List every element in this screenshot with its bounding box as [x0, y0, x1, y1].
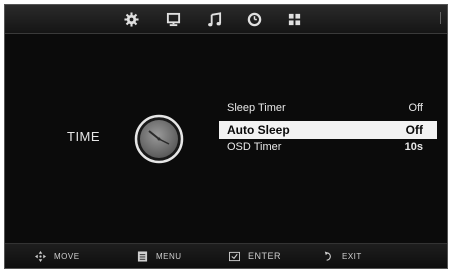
enter-icon: [229, 251, 240, 261]
menu-icon: [137, 250, 148, 262]
music-note-icon: [207, 11, 221, 26]
tab-picture-settings[interactable]: [123, 11, 139, 27]
grid-icon: [288, 13, 300, 25]
category-tab-bar: [5, 5, 447, 34]
menu-item-label: OSD Timer: [227, 141, 282, 153]
menu-item-osd-timer[interactable]: OSD Timer 10s: [219, 138, 437, 156]
menu-hint: MENU: [137, 249, 182, 263]
move-arrows-icon: [35, 250, 46, 262]
page-title: TIME: [67, 129, 101, 144]
gear-icon: [123, 11, 139, 27]
analog-clock-icon: [134, 114, 184, 164]
osd-window: TIME Sleep Timer Off Auto Sleep Off OSD …: [4, 4, 448, 269]
tab-audio[interactable]: [206, 11, 222, 27]
menu-item-value: 10s: [404, 141, 423, 153]
menu-item-label: Sleep Timer: [227, 102, 286, 114]
menu-item-label: Auto Sleep: [227, 123, 290, 137]
hint-label: ENTER: [248, 251, 282, 261]
menu-item-auto-sleep[interactable]: Auto Sleep Off: [219, 121, 437, 139]
enter-hint: ENTER: [229, 249, 281, 263]
hint-label: MOVE: [54, 251, 80, 261]
exit-icon: [324, 250, 331, 261]
hint-label: EXIT: [342, 251, 362, 261]
exit-hint: EXIT: [323, 249, 362, 263]
clock-icon: [247, 12, 261, 26]
tab-setup[interactable]: [286, 11, 302, 27]
hint-label: MENU: [156, 251, 182, 261]
hint-bar: MOVE MENU ENTER EXIT: [5, 243, 447, 268]
tab-screen[interactable]: [165, 11, 181, 27]
monitor-icon: [166, 12, 180, 26]
menu-item-value: Off: [405, 123, 423, 137]
corner-mark: [437, 12, 441, 24]
tab-time[interactable]: [246, 11, 262, 27]
menu-item-sleep-timer[interactable]: Sleep Timer Off: [219, 99, 437, 117]
menu-item-value: Off: [408, 102, 423, 114]
move-hint: MOVE: [35, 249, 80, 263]
